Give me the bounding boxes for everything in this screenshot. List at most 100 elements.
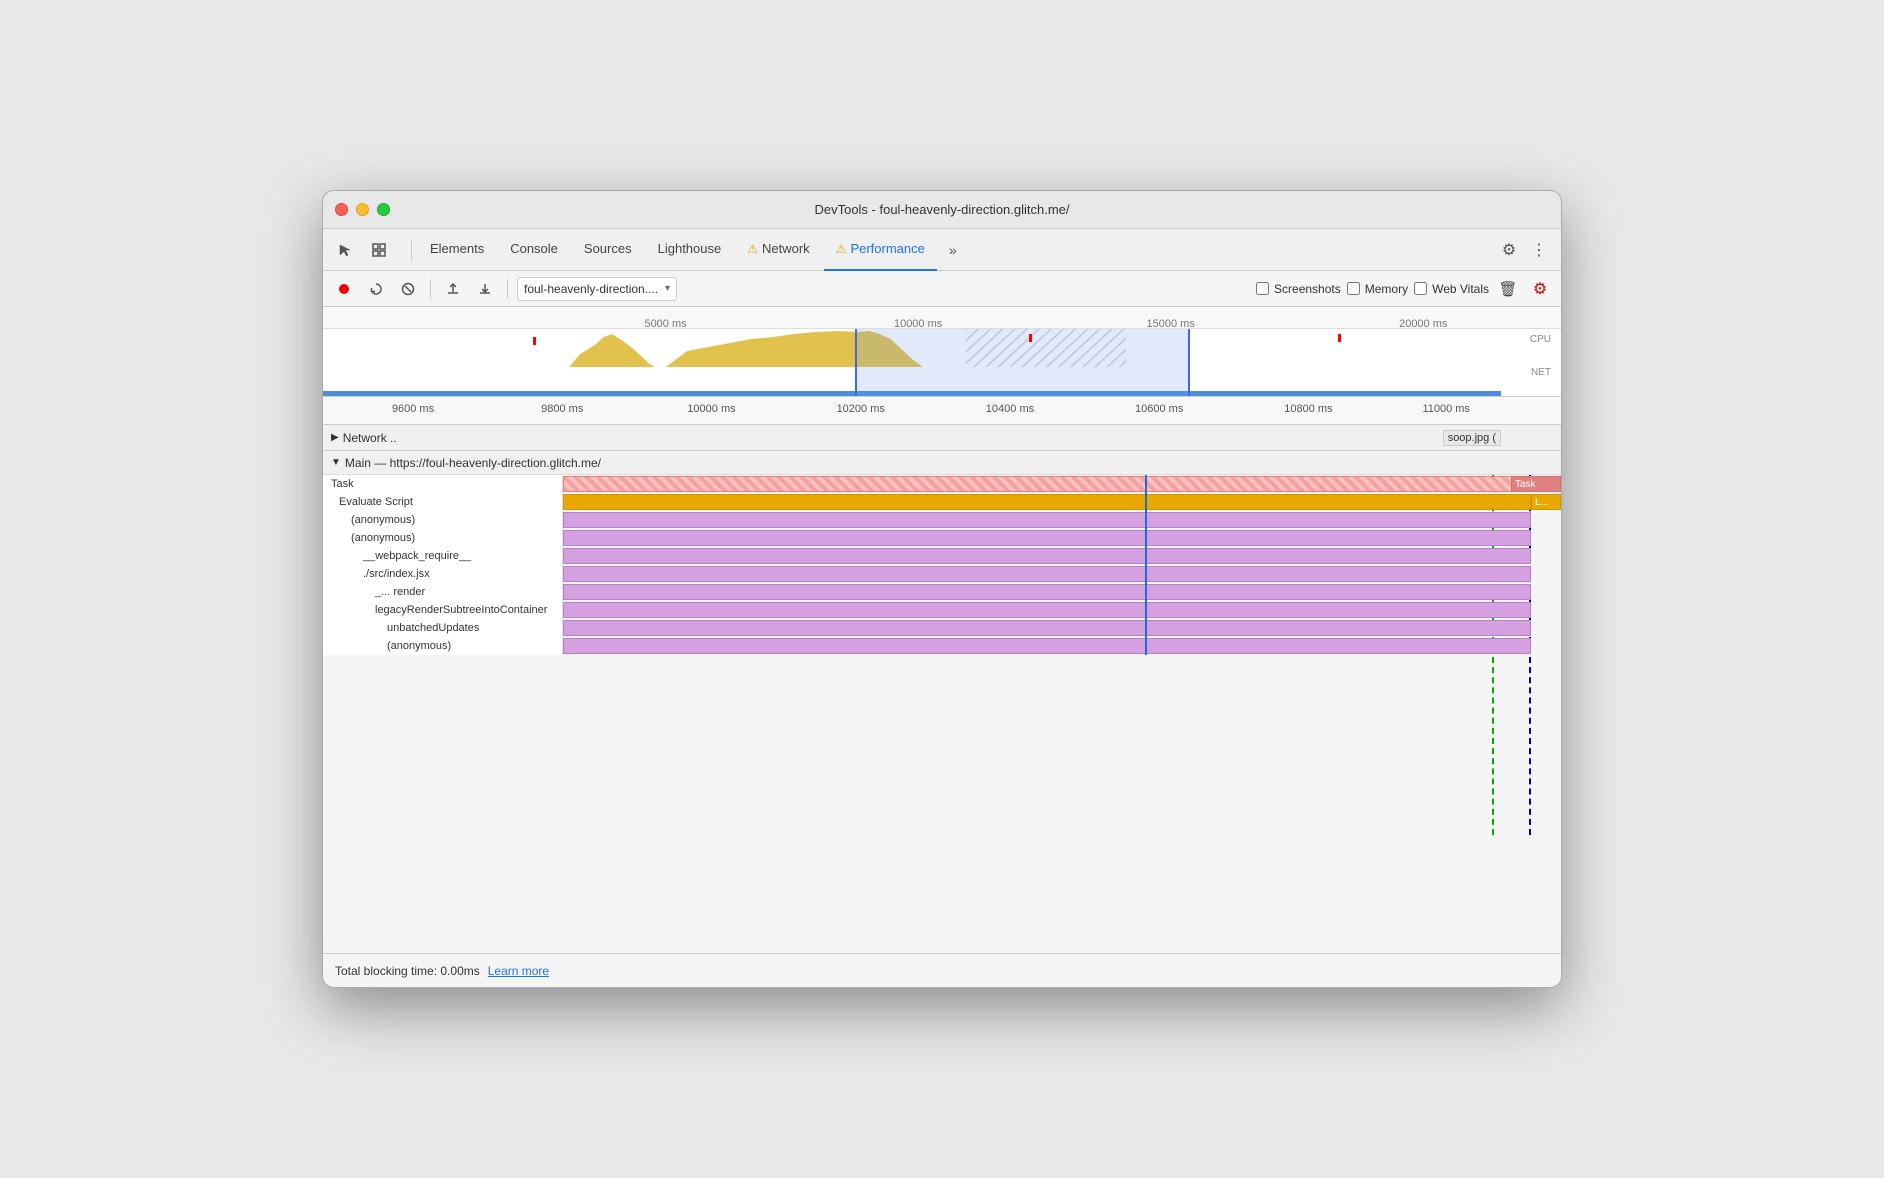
tab-lighthouse[interactable]: Lighthouse — [646, 229, 734, 271]
network-warning-icon: ⚠ — [747, 242, 758, 256]
evaluate-label: Evaluate Script — [323, 493, 563, 511]
evaluate-flame-bar — [563, 494, 1531, 510]
anon3-bar-area — [563, 637, 1561, 655]
legacy-flame-bar — [563, 602, 1531, 618]
flame-row-anon-2[interactable]: (anonymous) — [323, 529, 1561, 547]
ruler-mark-20000: 20000 ms — [1399, 318, 1447, 330]
webpack-label: __webpack_require__ — [323, 547, 563, 565]
more-tabs-button[interactable]: » — [939, 236, 967, 264]
flame-chart-section: ▼ Main — https://foul-heavenly-direction… — [323, 451, 1561, 953]
cpu-label: CPU — [1530, 334, 1551, 345]
tab-sources[interactable]: Sources — [572, 229, 644, 271]
clear-button[interactable]: 🗑 — [1495, 276, 1521, 302]
detail-mark-10800: 10800 ms — [1284, 403, 1332, 415]
index-bar-area — [563, 565, 1561, 583]
flame-row-anon-3[interactable]: (anonymous) — [323, 637, 1561, 655]
unbatched-bar-area — [563, 619, 1561, 637]
blocking-time-text: Total blocking time: 0.00ms — [335, 964, 480, 978]
legacy-bar-area — [563, 601, 1561, 619]
anon2-bar-area — [563, 529, 1561, 547]
traffic-lights — [335, 203, 390, 216]
flame-row-webpack[interactable]: __webpack_require__ — [323, 547, 1561, 565]
task-flame-bar — [563, 476, 1531, 492]
flame-row-task[interactable]: Task Task — [323, 475, 1561, 493]
detail-mark-10200: 10200 ms — [837, 403, 885, 415]
evaluate-bar-area: L... — [563, 493, 1561, 511]
memory-checkbox[interactable]: Memory — [1347, 282, 1408, 296]
title-bar: DevTools - foul-heavenly-direction.glitc… — [323, 191, 1561, 229]
flame-row-anon-1[interactable]: (anonymous) — [323, 511, 1561, 529]
detail-mark-10600: 10600 ms — [1135, 403, 1183, 415]
timeline-overview[interactable]: 5000 ms 10000 ms 15000 ms 20000 ms CPU N… — [323, 307, 1561, 397]
unbatched-flame-bar — [563, 620, 1531, 636]
record-button[interactable] — [331, 276, 357, 302]
detail-mark-10400: 10400 ms — [986, 403, 1034, 415]
task-end-bar: Task — [1511, 476, 1561, 492]
flame-row-unbatched[interactable]: unbatchedUpdates — [323, 619, 1561, 637]
network-expand-icon[interactable]: ▶ — [331, 432, 339, 443]
anon2-label: (anonymous) — [323, 529, 563, 547]
cancel-button[interactable] — [395, 276, 421, 302]
render-bar-area — [563, 583, 1561, 601]
tab-network[interactable]: ⚠ Network — [735, 229, 821, 271]
webpack-bar-area — [563, 547, 1561, 565]
toolbar-divider-1 — [430, 279, 431, 299]
toolbar: foul-heavenly-direction.... ▾ Screenshot… — [323, 271, 1561, 307]
screenshots-checkbox[interactable]: Screenshots — [1256, 282, 1341, 296]
timeline-content: CPU NET — [323, 329, 1561, 397]
red-mark-3 — [1338, 334, 1341, 342]
download-button[interactable] — [472, 276, 498, 302]
soop-label: soop.jpg ( — [1443, 430, 1501, 446]
webpack-flame-bar — [563, 548, 1531, 564]
cursor-icon[interactable] — [331, 236, 359, 264]
index-label: ./src/index.jsx — [323, 565, 563, 583]
ruler-mark-5000: 5000 ms — [644, 318, 686, 330]
maximize-button[interactable] — [377, 203, 390, 216]
flame-row-render[interactable]: _... render — [323, 583, 1561, 601]
flame-row-index[interactable]: ./src/index.jsx — [323, 565, 1561, 583]
main-content: 5000 ms 10000 ms 15000 ms 20000 ms CPU N… — [323, 307, 1561, 987]
red-mark-1 — [533, 337, 536, 345]
upload-button[interactable] — [440, 276, 466, 302]
anon1-bar-area — [563, 511, 1561, 529]
web-vitals-checkbox[interactable]: Web Vitals — [1414, 282, 1489, 296]
toolbar-divider-2 — [507, 279, 508, 299]
learn-more-link[interactable]: Learn more — [488, 964, 549, 978]
network-row-label: ▶ Network .. — [331, 431, 397, 445]
timeline-ruler: 5000 ms 10000 ms 15000 ms 20000 ms — [323, 307, 1561, 329]
render-label: _... render — [323, 583, 563, 601]
close-button[interactable] — [335, 203, 348, 216]
flame-row-evaluate[interactable]: Evaluate Script L... — [323, 493, 1561, 511]
devtools-window: DevTools - foul-heavenly-direction.glitc… — [322, 190, 1562, 988]
main-header: ▼ Main — https://foul-heavenly-direction… — [323, 451, 1561, 475]
render-flame-bar — [563, 584, 1531, 600]
dropdown-caret-icon: ▾ — [665, 283, 670, 294]
tab-elements[interactable]: Elements — [418, 229, 496, 271]
main-expand-icon[interactable]: ▼ — [331, 457, 341, 468]
capture-settings-button[interactable]: ⚙ — [1527, 276, 1553, 302]
reload-button[interactable] — [363, 276, 389, 302]
performance-warning-icon: ⚠ — [836, 242, 847, 256]
tab-bar: Elements Console Sources Lighthouse ⚠ Ne… — [323, 229, 1561, 271]
anon2-flame-bar — [563, 530, 1531, 546]
url-selector[interactable]: foul-heavenly-direction.... ▾ — [517, 277, 677, 301]
detail-mark-10000: 10000 ms — [687, 403, 735, 415]
detail-ruler-marks: 9600 ms 9800 ms 10000 ms 10200 ms 10400 … — [413, 397, 1561, 424]
status-bar: Total blocking time: 0.00ms Learn more — [323, 953, 1561, 987]
window-title: DevTools - foul-heavenly-direction.glitc… — [814, 202, 1069, 217]
task-label: Task — [323, 475, 563, 493]
inspect-icon[interactable] — [365, 236, 393, 264]
ruler-mark-10000: 10000 ms — [894, 318, 942, 330]
evaluate-end-bar: L... — [1531, 494, 1561, 510]
flame-row-legacy[interactable]: legacyRenderSubtreeIntoContainer — [323, 601, 1561, 619]
network-row[interactable]: ▶ Network .. soop.jpg ( — [323, 425, 1561, 451]
tab-performance[interactable]: ⚠ Performance — [824, 229, 937, 271]
detail-mark-9800: 9800 ms — [541, 403, 583, 415]
unbatched-label: unbatchedUpdates — [323, 619, 563, 637]
more-options-icon[interactable]: ⋮ — [1525, 236, 1553, 264]
settings-icon[interactable]: ⚙ — [1495, 236, 1523, 264]
anon3-label: (anonymous) — [323, 637, 563, 655]
tab-console[interactable]: Console — [498, 229, 570, 271]
detail-mark-9600: 9600 ms — [392, 403, 434, 415]
minimize-button[interactable] — [356, 203, 369, 216]
